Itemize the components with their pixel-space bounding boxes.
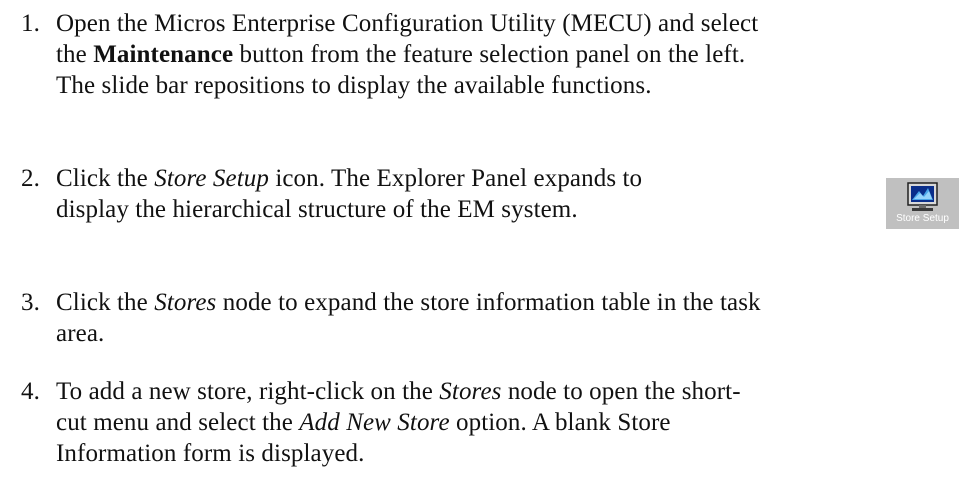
text-run: Click the: [56, 165, 155, 192]
text-run: icon. The Explorer Panel expands to: [268, 165, 643, 192]
step-line: the Maintenance button from the feature …: [56, 39, 758, 70]
store-setup-label: Store Setup: [896, 213, 949, 224]
step-line: Information form is displayed.: [56, 438, 741, 469]
text-run: area.: [56, 320, 105, 347]
step-line: The slide bar repositions to display the…: [56, 70, 758, 101]
step-line: To add a new store, right-click on the S…: [56, 376, 741, 407]
stores-term: Stores: [154, 289, 217, 316]
text-run: Open the Micros Enterprise Configuration…: [56, 10, 759, 37]
add-new-store-term: Add New Store: [299, 409, 450, 436]
text-run: button from the feature selection panel …: [233, 41, 746, 68]
step-number: 3.: [21, 289, 40, 316]
text-run: Click the: [56, 289, 155, 316]
text-run: the: [56, 41, 94, 68]
step-line: cut menu and select the Add New Store op…: [56, 407, 741, 438]
text-run: To add a new store, right-click on the: [56, 378, 440, 405]
stores-term: Stores: [439, 378, 502, 405]
store-setup-term: Store Setup: [154, 165, 269, 192]
text-run: node to open the short-: [501, 378, 741, 405]
text-run: Information form is displayed.: [56, 440, 365, 467]
text-run: display the hierarchical structure of th…: [56, 196, 578, 223]
text-run: cut menu and select the: [56, 409, 300, 436]
store-setup-icon-button[interactable]: Store Setup: [886, 178, 959, 229]
step-line: Open the Micros Enterprise Configuration…: [56, 8, 758, 39]
step-line: display the hierarchical structure of th…: [56, 194, 642, 225]
step-text: Open the Micros Enterprise Configuration…: [56, 8, 758, 101]
step-number: 2.: [21, 165, 40, 192]
step-line: Click the Stores node to expand the stor…: [56, 287, 761, 318]
computer-monitor-icon: [907, 182, 938, 211]
step-line: Click the Store Setup icon. The Explorer…: [56, 163, 642, 194]
step-text: Click the Stores node to expand the stor…: [56, 287, 761, 349]
text-run: option. A blank Store: [449, 409, 671, 436]
step-number: 4.: [21, 378, 40, 405]
step-text: To add a new store, right-click on the S…: [56, 376, 741, 469]
step-line: area.: [56, 318, 761, 349]
step-text: Click the Store Setup icon. The Explorer…: [56, 163, 642, 225]
text-run: The slide bar repositions to display the…: [56, 72, 652, 99]
maintenance-term: Maintenance: [93, 41, 234, 68]
text-run: node to expand the store information tab…: [216, 289, 761, 316]
step-number: 1.: [21, 10, 40, 37]
